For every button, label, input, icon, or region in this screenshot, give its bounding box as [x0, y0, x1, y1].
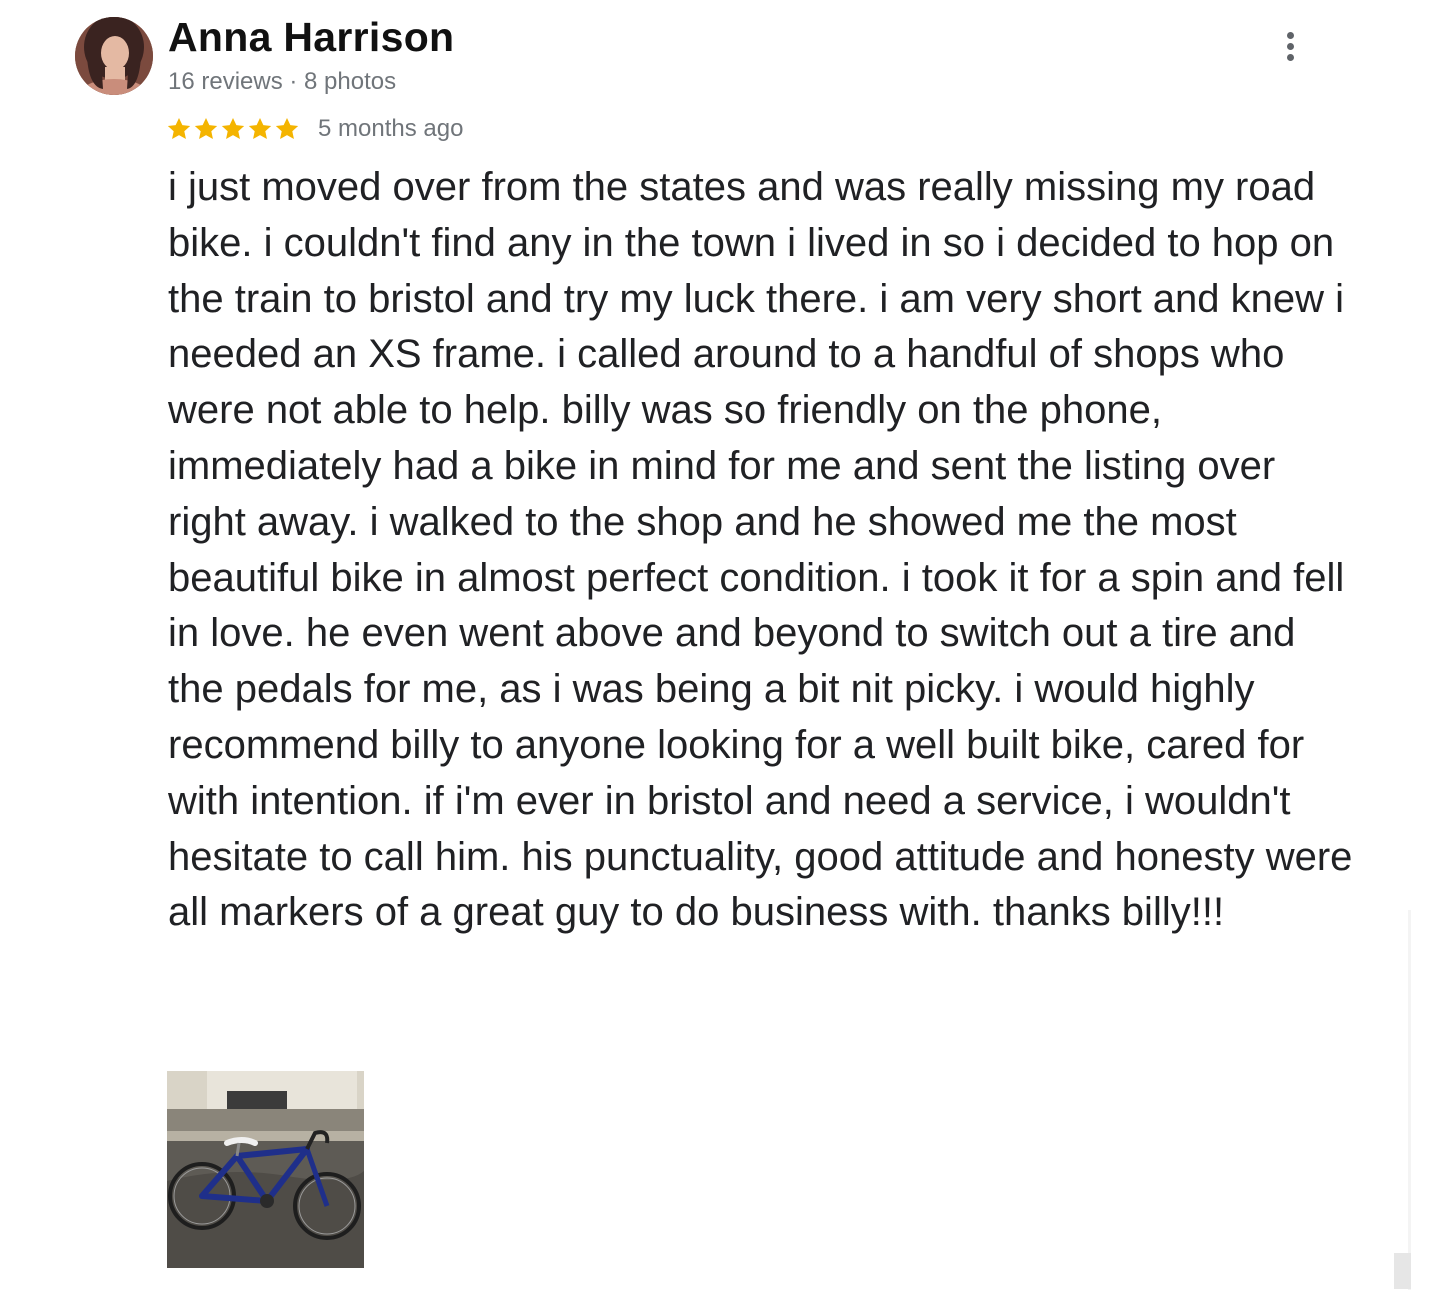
star-icon [248, 117, 272, 139]
review-time: 5 months ago [318, 115, 464, 142]
review-text: i just moved over from the states and wa… [168, 165, 1353, 935]
reviewer-avatar[interactable] [75, 17, 153, 95]
star-icon [167, 117, 191, 139]
more-options-button[interactable] [1274, 26, 1308, 66]
scrollbar-thumb[interactable] [1394, 1253, 1411, 1289]
review-photo[interactable] [167, 1071, 364, 1268]
star-rating [166, 116, 300, 142]
star-icon [194, 117, 218, 139]
reviewer-name[interactable]: Anna Harrison [168, 14, 454, 61]
scrollbar-track[interactable] [1408, 910, 1411, 1290]
star-icon [275, 117, 299, 139]
review-card: Anna Harrison 16 reviews · 8 photos 5 mo… [0, 0, 1447, 1290]
bike-photo-icon [167, 1071, 364, 1268]
star-icon [221, 117, 245, 139]
reviewer-stats: 16 reviews · 8 photos [168, 68, 397, 95]
rating-row: 5 months ago [166, 112, 463, 146]
